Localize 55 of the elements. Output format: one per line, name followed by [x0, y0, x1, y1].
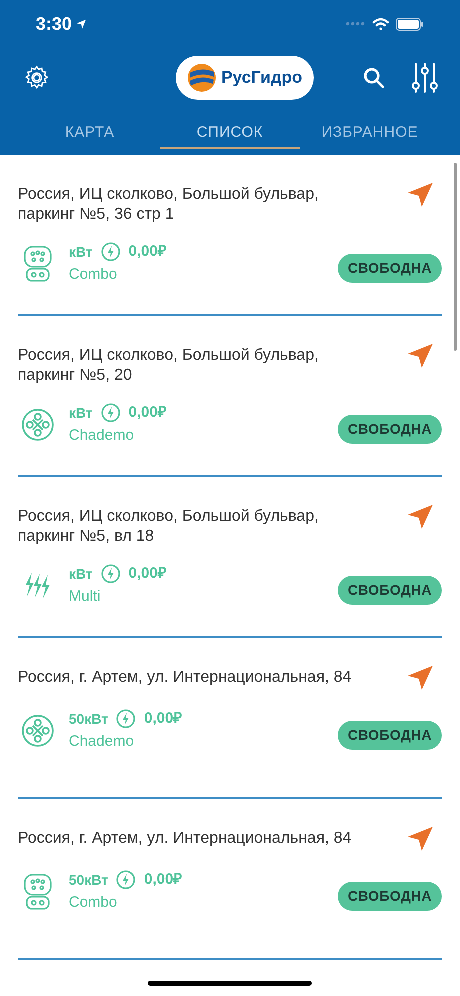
lightning-circle-icon	[116, 870, 136, 890]
price-value: 0,00₽	[128, 403, 167, 423]
chademo-plug-icon	[21, 408, 55, 442]
signal-icon	[346, 22, 366, 26]
connector-type: Combo	[69, 264, 118, 284]
power-value: кВт	[69, 564, 93, 584]
logo-icon	[187, 63, 218, 93]
combo-plug-icon	[23, 244, 53, 282]
search-icon	[363, 67, 385, 89]
status-badge: СВОБОДНА	[338, 721, 442, 750]
navigation-arrow-icon[interactable]	[406, 664, 434, 692]
filter-button[interactable]	[412, 62, 438, 94]
navigation-arrow-icon[interactable]	[406, 503, 434, 531]
price-value: 0,00₽	[128, 564, 167, 584]
price-value: 0,00₽	[144, 870, 183, 890]
connector-type: Chademo	[69, 732, 136, 752]
station-address: Россия, г. Артем, ул. Интернациональная, 84	[18, 829, 353, 849]
status-badge: СВОБОДНА	[338, 254, 442, 283]
lightning-circle-icon	[116, 709, 136, 730]
price-value: 0,00₽	[128, 242, 167, 262]
chademo-plug-icon	[21, 714, 55, 748]
connector-type: Combo	[69, 892, 118, 912]
tab[interactable]: КАРТА	[20, 120, 160, 149]
status-badge: СВОБОДНА	[338, 576, 442, 605]
navigation-arrow-icon[interactable]	[406, 181, 434, 209]
settings-icon	[23, 64, 51, 92]
combo-plug-icon	[23, 872, 53, 910]
sliders-icon	[412, 62, 438, 94]
power-value: кВт	[69, 404, 93, 423]
battery-icon	[396, 18, 424, 30]
lightning-circle-icon	[100, 242, 121, 262]
connector-type: Chademo	[69, 426, 136, 446]
power-value: кВт	[69, 242, 93, 262]
power-value: 50кВт	[69, 710, 108, 729]
power-value: 50кВт	[69, 870, 108, 890]
navigation-arrow-icon[interactable]	[406, 825, 434, 853]
location-icon	[76, 18, 88, 30]
status-badge: СВОБОДНА	[338, 882, 442, 911]
tab[interactable]: ИЗБРАННОЕ	[300, 120, 440, 149]
station-address: Россия, ИЦ сколково, Большой бульвар, паркинг №5, 20	[18, 346, 320, 386]
logo-text: РусГидро	[221, 67, 303, 90]
lightning-bolts-icon	[24, 570, 52, 600]
status-badge: СВОБОДНА	[338, 415, 442, 444]
connector-type: Multi	[69, 586, 102, 606]
status-time: 3:30	[36, 12, 72, 36]
search-button[interactable]	[362, 66, 386, 90]
wifi-icon	[372, 18, 390, 30]
station-address: Россия, ИЦ сколково, Большой бульвар, паркинг №5, 36 стр 1	[18, 185, 320, 225]
tab[interactable]: СПИСОК	[160, 120, 300, 149]
navigation-arrow-icon[interactable]	[406, 342, 434, 370]
lightning-circle-icon	[100, 564, 121, 584]
station-address: Россия, ИЦ сколково, Большой бульвар, паркинг №5, вл 18	[18, 507, 320, 547]
lightning-circle-icon	[100, 403, 121, 424]
price-value: 0,00₽	[144, 709, 183, 729]
station-address: Россия, г. Артем, ул. Интернациональная, 84	[18, 668, 353, 688]
